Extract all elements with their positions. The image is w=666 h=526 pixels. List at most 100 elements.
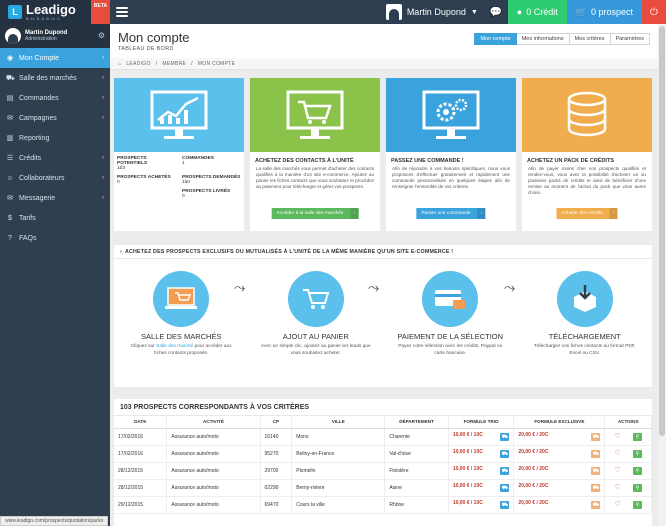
heart-icon[interactable]: ♡ — [615, 484, 621, 491]
tag-icon: $ — [8, 214, 12, 222]
scrollbar-thumb[interactable] — [659, 26, 665, 436]
exclusive-price: 20,00 € / 20C — [518, 449, 549, 455]
row-actions: ♡ ⚲ — [604, 496, 652, 514]
card-text: Afin de répondre à vos besoins spécifiqu… — [392, 166, 510, 189]
table-cell: 29700 — [260, 462, 293, 480]
breadcrumb-item: MON COMPTE — [197, 60, 236, 67]
sidebar-item-campagnes[interactable]: ✉ Campagnes ‹ — [0, 108, 110, 128]
breadcrumb-item[interactable]: LEADIGO — [126, 61, 150, 67]
column-header[interactable]: ACTIVITÉ — [166, 416, 261, 429]
add-exclusive-cart-icon[interactable]: ⛟ — [591, 450, 601, 458]
card-place-order: PASSEZ UNE COMMANDE ! Afin de répondre à… — [386, 78, 516, 231]
sidebar-item-label: Reporting — [19, 134, 50, 142]
breadcrumb-item[interactable]: MEMBRE — [162, 61, 186, 67]
tab-mes-criteres[interactable]: Mes critères — [569, 33, 611, 45]
column-header[interactable]: CP — [260, 416, 293, 429]
search-icon[interactable]: ⚲ — [632, 449, 642, 458]
add-trio-cart-icon[interactable]: ⛟ — [500, 433, 510, 441]
logo[interactable]: L Leadigo B to B & B to C BETA — [0, 0, 110, 24]
table-row[interactable]: 29/12/2015 Assurance auto/moto 69470 Cours … — [114, 496, 652, 514]
place-order-button[interactable]: Passer une commande › — [416, 208, 486, 219]
beta-badge: BETA — [91, 0, 110, 24]
prospect-cart-button[interactable]: 🛒 0 prospect — [566, 0, 642, 24]
sidebar-item-mon-compte[interactable]: ◉ Mon Compte ‹ — [0, 48, 110, 68]
search-icon[interactable]: ⚲ — [632, 500, 642, 509]
sidebar-user: Martin Dupond Administration ⚙ — [0, 24, 110, 48]
gear-icon[interactable]: ⚙ — [98, 31, 105, 40]
chat-icon[interactable]: 💬 — [484, 0, 508, 24]
process-title: › ACHETEZ DES PROSPECTS EXCLUSIFS OU MUT… — [114, 245, 652, 259]
page-subtitle: TABLEAU DE BORD — [118, 46, 174, 52]
heart-icon[interactable]: ♡ — [615, 501, 621, 508]
add-exclusive-cart-icon[interactable]: ⛟ — [591, 484, 601, 492]
logout-button[interactable]: ⏻ — [642, 0, 666, 24]
download-box-icon — [556, 271, 613, 327]
button-label: Passer une commande — [421, 211, 471, 216]
add-trio-cart-icon[interactable]: ⛟ — [500, 467, 510, 475]
market-link[interactable]: Salle des marché — [156, 344, 193, 349]
add-exclusive-cart-icon[interactable]: ⛟ — [591, 501, 601, 509]
button-label: Acheter des crédits — [561, 211, 603, 216]
table-cell: Aisne — [384, 479, 449, 497]
table-row[interactable]: 17/02/2016 Assurance auto/moto 16140 Mons Ch… — [114, 428, 652, 446]
chevron-right-icon: › — [609, 208, 618, 219]
add-exclusive-cart-icon[interactable]: ⛟ — [591, 433, 601, 441]
add-exclusive-cart-icon[interactable]: ⛟ — [591, 467, 601, 475]
exclusive-price: 20,00 € / 20C — [518, 466, 549, 472]
stats-grid: PROSPECTS POTENTIELS 103 COMMANDES 1 PROSP… — [114, 152, 244, 206]
column-header[interactable]: ACTIONS — [604, 416, 652, 429]
table-row[interactable]: 28/12/2015 Assurance auto/moto 02290 Berny-… — [114, 479, 652, 497]
search-icon[interactable]: ⚲ — [632, 483, 642, 492]
sidebar: Martin Dupond Administration ⚙ ◉ Mon Comp… — [0, 24, 110, 526]
file-icon: ▤ — [6, 95, 14, 102]
market-access-button[interactable]: Accéder à la salle des marchés › — [271, 208, 359, 219]
add-trio-cart-icon[interactable]: ⛟ — [500, 501, 510, 509]
search-icon[interactable]: ⚲ — [632, 466, 642, 475]
table-row[interactable]: 17/02/2016 Assurance auto/moto 95270 Belloy… — [114, 445, 652, 463]
add-trio-cart-icon[interactable]: ⛟ — [500, 484, 510, 492]
status-url: www.leadigo.com/prospects/quotation/pack… — [0, 516, 109, 526]
hamburger-menu-icon[interactable] — [116, 7, 128, 17]
chevron-right-icon: › — [350, 208, 359, 219]
step-text: Téléchargez vos fiches contacts au forma… — [533, 344, 636, 356]
column-header[interactable]: DÉPARTEMENT — [384, 416, 449, 429]
sidebar-item-credits[interactable]: ☰ Crédits ‹ — [0, 148, 110, 168]
mail-icon: ✉ — [7, 115, 13, 122]
table-cell: Mons — [291, 428, 386, 446]
tab-mon-compte[interactable]: Mon compte — [474, 33, 517, 45]
heart-icon[interactable]: ♡ — [615, 433, 621, 440]
table-cell: 29/12/2015 — [114, 496, 168, 514]
sidebar-item-messagerie[interactable]: ✉ Messagerie ‹ — [0, 188, 110, 208]
heart-icon[interactable]: ♡ — [615, 467, 621, 474]
sidebar-item-tarifs[interactable]: $ Tarifs — [0, 208, 110, 228]
column-header[interactable]: FORMULE EXCLUSIVE — [513, 416, 606, 429]
user-name: Martin Dupond — [406, 7, 466, 17]
sidebar-item-commandes[interactable]: ▤ Commandes ‹ — [0, 88, 110, 108]
column-header[interactable]: FORMULE TRIO — [448, 416, 515, 429]
cart-icon: 🛒 — [575, 6, 587, 17]
stats-card: PROSPECTS POTENTIELS 103 COMMANDES 1 PROSP… — [114, 78, 244, 231]
column-header[interactable]: DATE — [114, 416, 168, 429]
scrollbar[interactable] — [658, 24, 666, 526]
table-cell: 69470 — [260, 496, 293, 514]
sidebar-item-reporting[interactable]: ▥ Reporting — [0, 128, 110, 148]
search-icon[interactable]: ⚲ — [632, 432, 642, 441]
table-cell: Plomelin — [291, 462, 386, 480]
step-text: Payez votre sélection avec les crédits, … — [398, 344, 503, 356]
logo-text: Leadigo — [26, 1, 76, 17]
sidebar-item-collaborateurs[interactable]: ☺ Collaborateurs ‹ — [0, 168, 110, 188]
buy-credits-button[interactable]: Acheter des crédits › — [556, 208, 618, 219]
credit-button[interactable]: ● 0 Crédit — [507, 0, 567, 24]
user-menu[interactable]: Martin Dupond ▼ — [385, 4, 484, 20]
envelope-icon: ✉ — [7, 195, 13, 202]
column-header[interactable]: VILLE — [291, 416, 386, 429]
sidebar-item-faqs[interactable]: ? FAQs — [0, 228, 110, 248]
sidebar-item-salle-des-marches[interactable]: ⛟ Salle des marchés ‹ — [0, 68, 110, 88]
tab-mes-informations[interactable]: Mes informations — [516, 33, 570, 45]
add-trio-cart-icon[interactable]: ⛟ — [500, 450, 510, 458]
heart-icon[interactable]: ♡ — [615, 450, 621, 457]
tab-parametres[interactable]: Paramètres — [610, 33, 650, 45]
home-icon[interactable]: ⌂ — [118, 61, 121, 67]
table-row[interactable]: 28/12/2015 Assurance auto/moto 29700 Plomel… — [114, 462, 652, 480]
table-cell: Charente — [384, 428, 449, 446]
